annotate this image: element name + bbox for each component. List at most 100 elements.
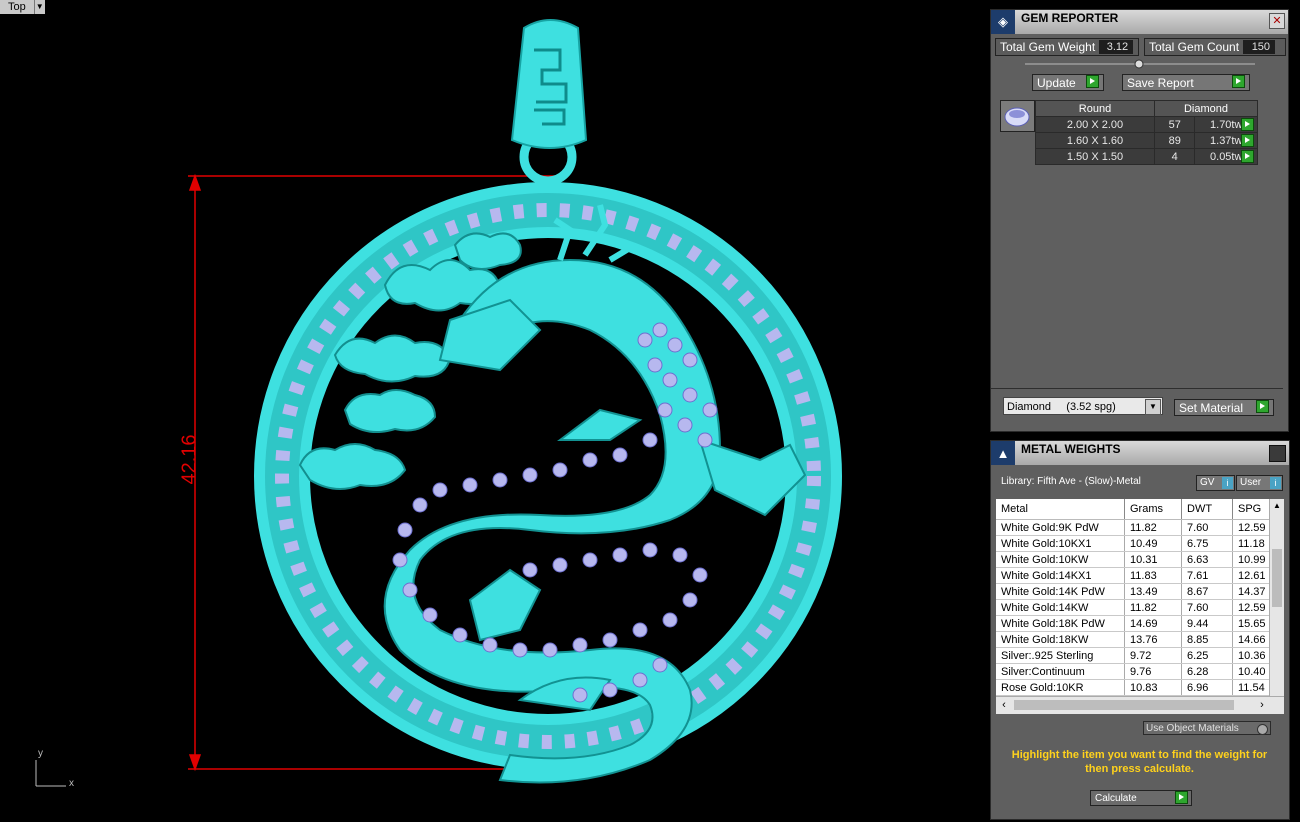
user-toggle[interactable]: User i <box>1236 475 1283 491</box>
panel-toggle-button[interactable] <box>1269 445 1286 462</box>
gem-count: 57 <box>1153 116 1196 133</box>
set-material-play-icon[interactable] <box>1256 400 1269 413</box>
metal-grams: 9.72 <box>1124 647 1182 664</box>
metal-grams: 11.82 <box>1124 519 1182 536</box>
close-icon[interactable]: ✕ <box>1269 13 1285 29</box>
metal-table-container[interactable]: Metal Grams DWT SPG White Gold:9K PdW 11.… <box>996 499 1269 696</box>
column-header-metal[interactable]: Metal <box>996 499 1125 520</box>
metal-grams: 9.76 <box>1124 663 1182 680</box>
metal-weights-icon: ▲ <box>991 441 1015 465</box>
material-select[interactable]: Diamond (3.52 spg) ▼ <box>1003 397 1163 415</box>
view-tab[interactable]: Top ▼ <box>0 0 45 14</box>
metal-name: White Gold:14K PdW <box>996 583 1125 600</box>
axis-y-label: y <box>38 748 43 759</box>
metal-spg: 10.40 <box>1232 663 1269 680</box>
metal-dwt: 7.61 <box>1181 567 1233 584</box>
column-header-dwt[interactable]: DWT <box>1181 499 1233 520</box>
gem-row-select-icon[interactable] <box>1241 134 1254 147</box>
metal-spg: 12.61 <box>1232 567 1269 584</box>
metal-row[interactable]: White Gold:14KX1 11.83 7.61 12.61 <box>996 567 1269 584</box>
slider-track[interactable] <box>1025 59 1255 69</box>
chevron-up-icon[interactable]: ▲ <box>1270 499 1284 513</box>
metal-row[interactable]: Rose Gold:10KR 10.83 6.96 11.54 <box>996 679 1269 696</box>
column-header-spg[interactable]: SPG <box>1232 499 1269 520</box>
metal-grams: 10.31 <box>1124 551 1182 568</box>
gem-size: 1.50 X 1.50 <box>1035 148 1155 165</box>
metal-row[interactable]: White Gold:10KX1 10.49 6.75 11.18 <box>996 535 1269 552</box>
total-gem-weight-value: 3.12 <box>1099 40 1134 54</box>
gem-table: Round Diamond 2.00 X 2.00 57 1.70tw 1.60… <box>1035 100 1258 165</box>
gem-row[interactable]: 1.60 X 1.60 89 1.37tw <box>1035 132 1258 149</box>
chevron-right-icon[interactable]: › <box>1254 697 1270 714</box>
metal-spg: 10.99 <box>1232 551 1269 568</box>
metal-name: White Gold:10KX1 <box>996 535 1125 552</box>
metal-row[interactable]: White Gold:18KW 13.76 8.85 14.66 <box>996 631 1269 648</box>
gv-toggle[interactable]: GV i <box>1196 475 1235 491</box>
metal-grams: 11.83 <box>1124 567 1182 584</box>
view-menu-chevron-icon[interactable]: ▼ <box>34 0 45 14</box>
metal-grams: 14.69 <box>1124 615 1182 632</box>
metal-dwt: 9.44 <box>1181 615 1233 632</box>
metal-row[interactable]: White Gold:14KW 11.82 7.60 12.59 <box>996 599 1269 616</box>
pendant-model[interactable] <box>0 0 988 822</box>
viewport-top[interactable]: Top ▼ 42.16 y x <box>0 0 988 822</box>
metal-spg: 10.36 <box>1232 647 1269 664</box>
metal-row[interactable]: Silver:.925 Sterling 9.72 6.25 10.36 <box>996 647 1269 664</box>
metal-dwt: 6.75 <box>1181 535 1233 552</box>
scrollbar-thumb[interactable] <box>1272 549 1282 607</box>
metal-grams: 13.76 <box>1124 631 1182 648</box>
gem-size: 1.60 X 1.60 <box>1035 132 1155 149</box>
total-gem-count-label: Total Gem Count <box>1149 40 1240 54</box>
metal-grams: 11.82 <box>1124 599 1182 616</box>
gem-reporter-title: GEM REPORTER <box>1021 11 1119 25</box>
info-icon[interactable]: i <box>1222 477 1233 489</box>
gem-row[interactable]: 2.00 X 2.00 57 1.70tw <box>1035 116 1258 133</box>
metal-row[interactable]: Silver:Continuum 9.76 6.28 10.40 <box>996 663 1269 680</box>
metal-dwt: 7.60 <box>1181 519 1233 536</box>
metal-dwt: 8.85 <box>1181 631 1233 648</box>
slider-handle[interactable] <box>1134 59 1144 69</box>
scrollbar-thumb[interactable] <box>1014 700 1234 710</box>
calculate-label: Calculate <box>1095 792 1137 804</box>
save-report-play-icon[interactable] <box>1232 75 1245 88</box>
save-report-button[interactable]: Save Report <box>1122 74 1250 91</box>
save-report-label: Save Report <box>1127 75 1194 90</box>
metal-row[interactable]: White Gold:9K PdW 11.82 7.60 12.59 <box>996 519 1269 536</box>
gem-shape-thumbnail[interactable] <box>1000 100 1035 132</box>
metal-dwt: 6.63 <box>1181 551 1233 568</box>
total-gem-weight-label: Total Gem Weight <box>1000 40 1096 54</box>
metal-row[interactable]: White Gold:14K PdW 13.49 8.67 14.37 <box>996 583 1269 600</box>
use-object-materials-label: Use Object Materials <box>1146 723 1239 734</box>
metal-spg: 12.59 <box>1232 599 1269 616</box>
radio-icon[interactable] <box>1257 724 1268 735</box>
calculate-hint: Highlight the item you want to find the … <box>1011 749 1268 775</box>
gem-row[interactable]: 1.50 X 1.50 4 0.05tw <box>1035 148 1258 165</box>
total-gem-count-value: 150 <box>1243 40 1276 54</box>
metal-grams: 13.49 <box>1124 583 1182 600</box>
round-gem-icon <box>1004 107 1030 127</box>
metal-name: White Gold:18K PdW <box>996 615 1125 632</box>
column-header-grams[interactable]: Grams <box>1124 499 1182 520</box>
horizontal-scrollbar[interactable]: ‹ › <box>996 696 1284 714</box>
update-play-icon[interactable] <box>1086 75 1099 88</box>
vertical-scrollbar[interactable]: ▲ <box>1269 499 1284 696</box>
gem-row-select-icon[interactable] <box>1241 118 1254 131</box>
metal-weights-titlebar: ▲ METAL WEIGHTS <box>991 441 1289 465</box>
gem-reporter-panel: ◈ GEM REPORTER ✕ <box>990 9 1289 432</box>
metal-name: White Gold:14KX1 <box>996 567 1125 584</box>
use-object-materials-toggle[interactable]: Use Object Materials <box>1143 721 1271 735</box>
metal-dwt: 8.67 <box>1181 583 1233 600</box>
info-icon[interactable]: i <box>1270 477 1281 489</box>
update-label: Update <box>1037 75 1076 90</box>
view-name-label[interactable]: Top <box>0 0 35 14</box>
chevron-left-icon[interactable]: ‹ <box>996 697 1012 714</box>
chevron-down-icon[interactable]: ▼ <box>1145 399 1161 415</box>
gem-row-select-icon[interactable] <box>1241 150 1254 163</box>
metal-row[interactable]: White Gold:18K PdW 14.69 9.44 15.65 <box>996 615 1269 632</box>
metal-row[interactable]: White Gold:10KW 10.31 6.63 10.99 <box>996 551 1269 568</box>
metal-name: White Gold:9K PdW <box>996 519 1125 536</box>
calculate-play-icon[interactable] <box>1175 791 1188 804</box>
axis-indicator <box>35 760 66 787</box>
user-label: User <box>1240 477 1262 488</box>
metal-name: White Gold:10KW <box>996 551 1125 568</box>
